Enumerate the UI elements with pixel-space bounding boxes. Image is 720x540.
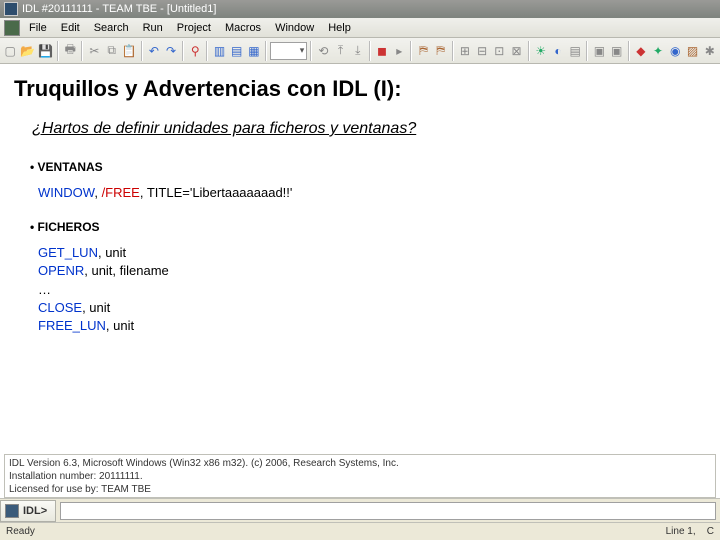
status-cursor: Line 1, C — [666, 526, 714, 537]
kw-free: /FREE — [102, 185, 140, 200]
ext4-icon[interactable]: ▨ — [684, 41, 700, 61]
tool-b-icon[interactable]: ⤒ — [332, 41, 348, 61]
panel1-icon[interactable]: ▥ — [211, 41, 227, 61]
section-ficheros: FICHEROS — [30, 220, 708, 234]
panel2-icon[interactable]: ▤ — [229, 41, 245, 61]
menu-app-icon — [4, 20, 20, 36]
menu-macros[interactable]: Macros — [218, 20, 268, 36]
output-panel: IDL Version 6.3, Microsoft Windows (Win3… — [4, 454, 716, 498]
copy-icon[interactable]: ⧉ — [104, 41, 120, 61]
idl-icon — [5, 504, 19, 518]
save-icon[interactable]: 💾 — [37, 41, 54, 61]
stop-icon[interactable]: ◼ — [374, 41, 390, 61]
command-input[interactable] — [60, 502, 716, 520]
separator — [586, 41, 588, 61]
grid3-icon[interactable]: ⊡ — [491, 41, 507, 61]
grid4-icon[interactable]: ⊠ — [508, 41, 524, 61]
separator — [206, 41, 208, 61]
open-file-icon[interactable]: 📂 — [19, 41, 36, 61]
separator — [369, 41, 371, 61]
separator — [310, 41, 312, 61]
editor-area: Truquillos y Advertencias con IDL (I): ¿… — [0, 64, 720, 359]
output-line: IDL Version 6.3, Microsoft Windows (Win3… — [9, 457, 711, 470]
command-bar: IDL> — [0, 498, 720, 522]
bookmark-a-icon[interactable]: ⛿ — [415, 41, 431, 61]
step-icon[interactable]: ▸ — [391, 41, 407, 61]
redo-icon[interactable]: ↷ — [163, 41, 179, 61]
menu-help[interactable]: Help — [321, 20, 358, 36]
tool-a-icon[interactable]: ⟲ — [315, 41, 331, 61]
arg-unit: , unit — [98, 245, 126, 260]
section-ventanas: VENTANAS — [30, 160, 708, 174]
grid1-icon[interactable]: ⊞ — [457, 41, 473, 61]
separator — [628, 41, 630, 61]
code-ventanas: WINDOW, /FREE, TITLE='Libertaaaaaaad!!' — [38, 184, 708, 202]
panel3-icon[interactable]: ▦ — [246, 41, 262, 61]
tool-c-icon[interactable]: ⤓ — [350, 41, 366, 61]
separator — [57, 41, 59, 61]
sep: , — [94, 185, 101, 200]
separator — [452, 41, 454, 61]
title-bar: IDL #20111111 - TEAM TBE - [Untitled1] — [0, 0, 720, 18]
arg-unit-filename: , unit, filename — [84, 263, 169, 278]
toolbar-combo[interactable] — [270, 42, 307, 60]
kw-window: WINDOW — [38, 185, 94, 200]
output-line: Installation number: 20111111. — [9, 470, 711, 483]
arg-unit: , unit — [106, 318, 134, 333]
kw-close: CLOSE — [38, 300, 82, 315]
prompt-label: IDL> — [23, 505, 47, 517]
kw-openr: OPENR — [38, 263, 84, 278]
ext3-icon[interactable]: ◉ — [667, 41, 683, 61]
status-bar: Ready Line 1, C — [0, 522, 720, 540]
ext1-icon[interactable]: ◆ — [633, 41, 649, 61]
ext5-icon[interactable]: ✱ — [702, 41, 718, 61]
code-ficheros: GET_LUN, unit OPENR, unit, filename … CL… — [38, 244, 708, 335]
chart3-icon[interactable]: ▤ — [567, 41, 583, 61]
separator — [182, 41, 184, 61]
toolbar-main: ▢ 📂 💾 🖶 ✂ ⧉ 📋 ↶ ↷ ⚲ ▥ ▤ ▦ ⟲ ⤒ ⤓ ◼ ▸ ⛿ ⛿ … — [0, 38, 720, 64]
arg-unit: , unit — [82, 300, 110, 315]
status-text: Ready — [6, 526, 35, 537]
chart2-icon[interactable]: ◐ — [550, 41, 566, 61]
ellipsis: … — [38, 282, 51, 297]
menu-bar: File Edit Search Run Project Macros Wind… — [0, 18, 720, 38]
separator — [141, 41, 143, 61]
cut-icon[interactable]: ✂ — [86, 41, 102, 61]
menu-edit[interactable]: Edit — [54, 20, 87, 36]
prompt-tab[interactable]: IDL> — [0, 500, 56, 522]
window-title: IDL #20111111 - TEAM TBE - [Untitled1] — [22, 0, 216, 18]
code-tail: , TITLE='Libertaaaaaaad!!' — [140, 185, 293, 200]
menu-run[interactable]: Run — [136, 20, 170, 36]
separator — [528, 41, 530, 61]
chart1-icon[interactable]: ☀ — [533, 41, 549, 61]
menu-window[interactable]: Window — [268, 20, 321, 36]
bookmark-b-icon[interactable]: ⛿ — [433, 41, 449, 61]
kw-getlun: GET_LUN — [38, 245, 98, 260]
paste-icon[interactable]: 📋 — [121, 41, 138, 61]
kw-freelun: FREE_LUN — [38, 318, 106, 333]
menu-file[interactable]: File — [22, 20, 54, 36]
separator — [265, 41, 267, 61]
app-icon — [4, 2, 18, 16]
separator — [410, 41, 412, 61]
page-title: Truquillos y Advertencias con IDL (I): — [14, 76, 708, 102]
new-file-icon[interactable]: ▢ — [2, 41, 18, 61]
undo-icon[interactable]: ↶ — [146, 41, 162, 61]
output-line: Licensed for use by: TEAM TBE — [9, 483, 711, 496]
window1-icon[interactable]: ▣ — [591, 41, 607, 61]
menu-project[interactable]: Project — [170, 20, 218, 36]
page-subtitle: ¿Hartos de definir unidades para fichero… — [32, 120, 708, 138]
print-icon[interactable]: 🖶 — [62, 41, 78, 61]
ext2-icon[interactable]: ✦ — [650, 41, 666, 61]
separator — [81, 41, 83, 61]
find-icon[interactable]: ⚲ — [187, 41, 203, 61]
grid2-icon[interactable]: ⊟ — [474, 41, 490, 61]
menu-search[interactable]: Search — [87, 20, 136, 36]
window2-icon[interactable]: ▣ — [609, 41, 625, 61]
